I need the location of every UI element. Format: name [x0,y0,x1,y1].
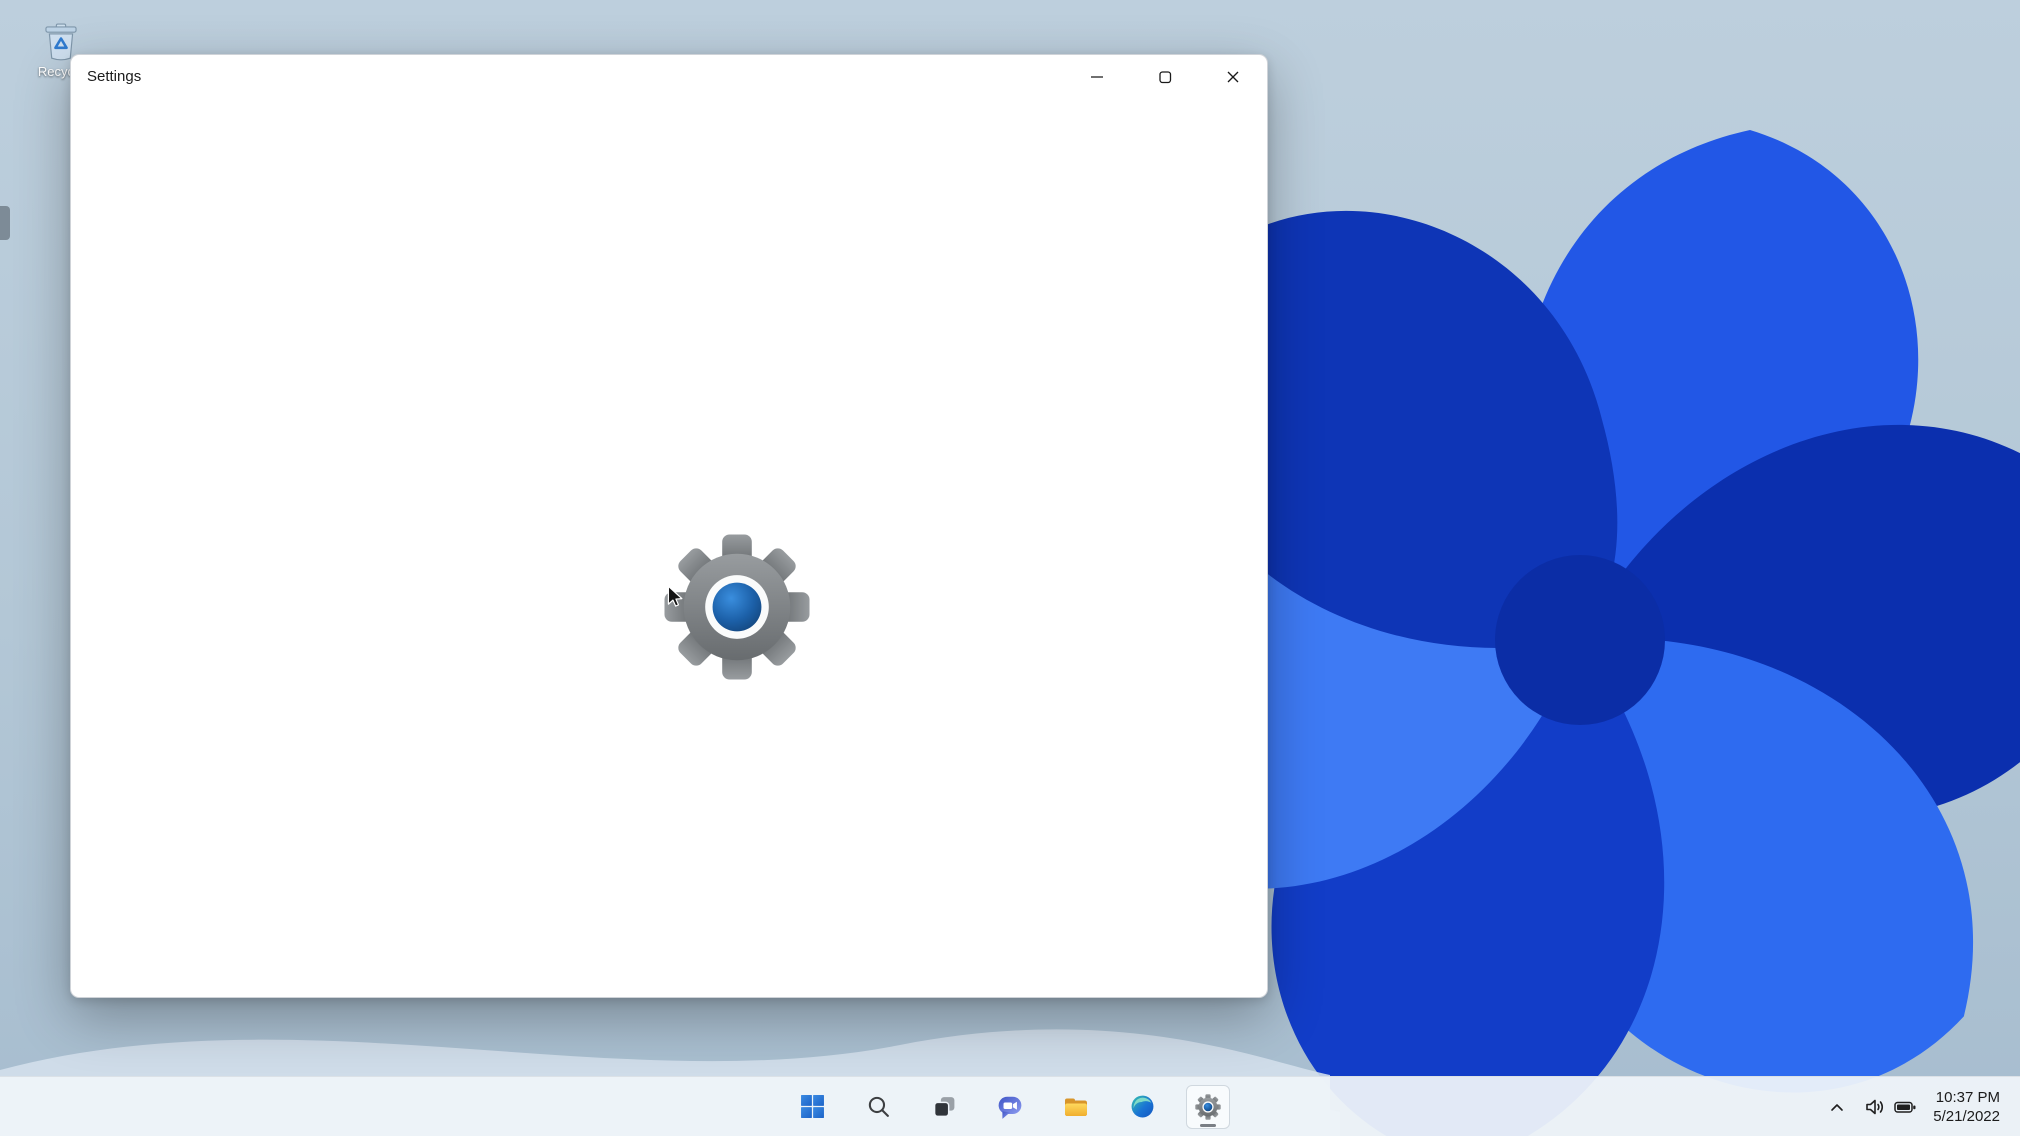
maximize-button[interactable] [1131,55,1199,99]
minimize-button[interactable] [1063,55,1131,99]
partial-offscreen-icon [0,206,10,240]
mouse-cursor [663,583,689,609]
taskbar-center-icons [790,1085,1230,1129]
windows-start-icon [800,1094,825,1119]
maximize-icon [1155,67,1175,87]
file-explorer-button[interactable] [1054,1085,1098,1129]
taskbar-clock[interactable]: 10:37 PM 5/21/2022 [1927,1088,2006,1126]
chat-button[interactable] [988,1085,1032,1129]
taskbar: 10:37 PM 5/21/2022 [0,1076,2020,1136]
close-button[interactable] [1199,55,1267,99]
settings-window: Settings [70,54,1268,998]
task-view-icon [932,1094,957,1119]
caption-buttons [1063,55,1267,99]
chevron-up-icon [1827,1097,1847,1117]
folder-icon [1063,1094,1089,1120]
system-tray: 10:37 PM 5/21/2022 [1821,1077,2006,1137]
window-title: Settings [87,68,141,85]
clock-time: 10:37 PM [1933,1088,2000,1107]
start-button[interactable] [790,1085,834,1129]
search-icon [866,1094,891,1119]
minimize-icon [1087,67,1107,87]
close-icon [1223,67,1243,87]
task-view-button[interactable] [922,1085,966,1129]
edge-button[interactable] [1120,1085,1164,1129]
titlebar[interactable]: Settings [71,55,1267,99]
settings-taskbar-button[interactable] [1186,1085,1230,1129]
volume-icon [1863,1095,1887,1119]
clock-date: 5/21/2022 [1933,1107,2000,1126]
chat-icon [997,1094,1023,1120]
open-app-indicator [1200,1124,1216,1127]
battery-icon [1893,1095,1917,1119]
tray-status-button[interactable] [1857,1087,1923,1127]
edge-icon [1130,1094,1155,1119]
tray-chevron-button[interactable] [1821,1087,1853,1127]
search-button[interactable] [856,1085,900,1129]
settings-gear-icon [1195,1094,1221,1120]
